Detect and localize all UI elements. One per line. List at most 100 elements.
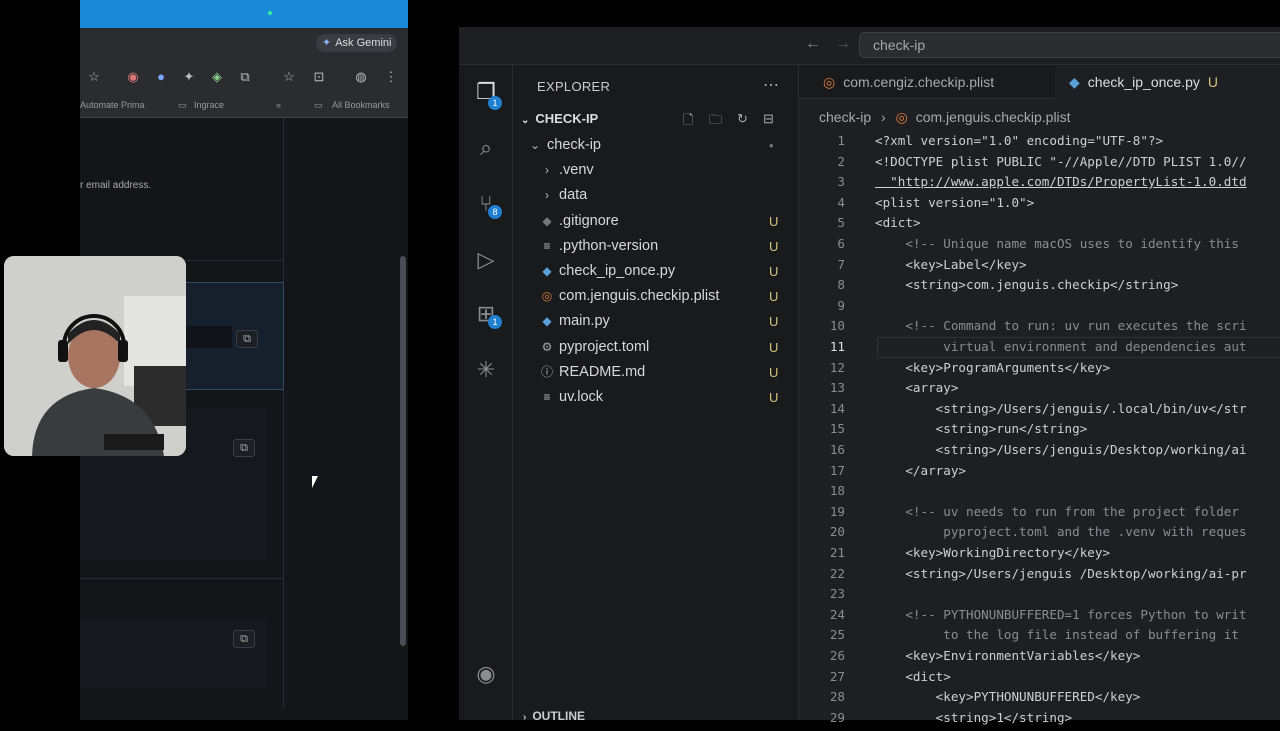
- back-arrow-icon[interactable]: ←: [805, 35, 821, 53]
- extension-icon[interactable]: ●: [152, 68, 170, 86]
- code-line[interactable]: <dict>: [875, 667, 951, 688]
- code-line[interactable]: <?xml version="1.0" encoding="UTF-8"?>: [875, 131, 1163, 152]
- file-tree-label: .gitignore: [559, 212, 619, 229]
- file-tree-item[interactable]: ◎ com.jenguis.checkip.plist U: [513, 284, 799, 309]
- file-tree-item[interactable]: › data: [513, 183, 799, 208]
- code-line[interactable]: <key>EnvironmentVariables</key>: [875, 646, 1140, 667]
- extension-icon[interactable]: ✦: [180, 68, 198, 86]
- line-number: 7: [837, 256, 845, 272]
- account-icon[interactable]: ◉: [473, 661, 499, 687]
- code-line[interactable]: <array>: [875, 378, 958, 399]
- copy-icon[interactable]: ⧉: [233, 439, 255, 457]
- search-icon[interactable]: ⌕: [473, 135, 499, 161]
- code-line[interactable]: <!-- PYTHONUNBUFFERED=1 forces Python to…: [875, 605, 1246, 626]
- outline-section-header[interactable]: › OUTLINE: [523, 709, 585, 723]
- bookmark-star-icon[interactable]: ☆: [85, 68, 103, 86]
- code-line[interactable]: <string>run</string>: [875, 419, 1088, 440]
- file-tree-item[interactable]: ◆ main.py U: [513, 309, 799, 334]
- code-line[interactable]: <!DOCTYPE plist PUBLIC "-//Apple//DTD PL…: [875, 152, 1247, 173]
- file-tree-label: .python-version: [559, 237, 659, 254]
- copy-icon[interactable]: ⧉: [233, 630, 255, 648]
- extension-icon[interactable]: ◉: [124, 68, 142, 86]
- workspace-section-header[interactable]: ⌄ CHECK-IP: [521, 111, 598, 126]
- file-tree-item[interactable]: ◆ check_ip_once.py U: [513, 259, 799, 284]
- file-tree-item[interactable]: ◆ .gitignore U: [513, 209, 799, 234]
- code-line[interactable]: <!-- uv needs to run from the project fo…: [875, 502, 1239, 523]
- ai-assistant-icon[interactable]: ✳: [473, 357, 499, 383]
- all-bookmarks[interactable]: All Bookmarks: [332, 100, 390, 110]
- panel-border: [283, 118, 284, 708]
- code-line[interactable]: <key>WorkingDirectory</key>: [875, 543, 1110, 564]
- text-icon: ≡: [543, 238, 551, 253]
- more-actions-icon[interactable]: ⋯: [763, 75, 779, 95]
- folder-icon: ›: [545, 163, 549, 178]
- line-number: 19: [829, 503, 845, 519]
- line-number: 12: [829, 359, 845, 375]
- code-line[interactable]: to the log file instead of buffering it: [875, 625, 1239, 646]
- code-line[interactable]: <string>com.jenguis.checkip</string>: [875, 275, 1178, 296]
- hint-text: r email address.: [80, 180, 152, 191]
- run-debug-icon[interactable]: ▷: [473, 247, 499, 273]
- bookmark-item[interactable]: Ingrace: [194, 100, 224, 110]
- breadcrumb-file[interactable]: com.jenguis.checkip.plist: [916, 109, 1071, 125]
- code-line[interactable]: <string>/Users/jenguis/.local/bin/uv</st…: [875, 399, 1247, 420]
- code-line[interactable]: <!-- Unique name macOS uses to identify …: [875, 234, 1239, 255]
- breadcrumb: check-ip › ◎ com.jenguis.checkip.plist: [819, 109, 1071, 126]
- code-line[interactable]: </array>: [875, 461, 966, 482]
- code-line[interactable]: <plist version="1.0">: [875, 193, 1034, 214]
- more-bookmarks[interactable]: »: [276, 100, 281, 110]
- code-line[interactable]: virtual environment and dependencies aut: [875, 337, 1246, 358]
- file-tree-item[interactable]: ⓘ README.md U: [513, 360, 799, 385]
- code-line[interactable]: pyproject.toml and the .venv with reques: [875, 522, 1246, 543]
- bookmarks-star-icon[interactable]: ☆: [280, 68, 298, 86]
- forward-arrow-icon[interactable]: →: [835, 35, 851, 53]
- file-tree-item[interactable]: ⚙ pyproject.toml U: [513, 335, 799, 360]
- breadcrumb-folder[interactable]: check-ip: [819, 109, 871, 125]
- line-number: 14: [829, 400, 845, 416]
- git-status-badge: •: [769, 138, 774, 153]
- refresh-icon[interactable]: ↻: [737, 111, 748, 127]
- profile-avatar-icon[interactable]: ◍: [352, 68, 370, 86]
- tab-plist[interactable]: ◎ com.cengiz.checkip.plist: [809, 65, 1049, 99]
- code-line[interactable]: <key>PYTHONUNBUFFERED</key>: [875, 687, 1141, 708]
- divider: [80, 578, 284, 579]
- file-tree-item[interactable]: ⌄ check-ip •: [513, 133, 799, 158]
- command-center-search[interactable]: check-ip: [859, 32, 1280, 58]
- file-tree-item[interactable]: ≡ .python-version U: [513, 234, 799, 259]
- browser-scrollbar[interactable]: [400, 256, 406, 646]
- file-tree-item[interactable]: › .venv: [513, 158, 799, 183]
- file-tree-item[interactable]: ≡ uv.lock U: [513, 385, 799, 410]
- folder-icon: ▭: [314, 100, 323, 110]
- tab-search-icon[interactable]: ⊡: [310, 68, 328, 86]
- line-number: 8: [837, 277, 845, 293]
- code-line[interactable]: <key>ProgramArguments</key>: [875, 358, 1110, 379]
- extension-icon[interactable]: ◈: [208, 68, 226, 86]
- ask-gemini-button[interactable]: ✦ Ask Gemini: [316, 34, 398, 52]
- bookmark-item[interactable]: Automate Prima: [80, 100, 145, 110]
- code-editor[interactable]: 1 <?xml version="1.0" encoding="UTF-8"?> 2…: [799, 131, 1280, 731]
- code-line[interactable]: <!-- Command to run: uv run executes the…: [875, 316, 1246, 337]
- git-status-badge: U: [769, 339, 779, 355]
- source-control-badge: 8: [488, 205, 502, 219]
- new-folder-icon[interactable]: 🗀: [709, 111, 722, 133]
- menu-dots-icon[interactable]: ⋮: [382, 68, 400, 86]
- code-line[interactable]: <string>1</string>: [875, 708, 1072, 729]
- code-line[interactable]: "http://www.apple.com/DTDs/PropertyList-…: [875, 172, 1246, 193]
- line-number: 29: [829, 709, 845, 725]
- rss-file-icon: ◎: [823, 74, 836, 90]
- line-number: 25: [829, 627, 845, 643]
- code-line[interactable]: <key>Label</key>: [875, 255, 1026, 276]
- tab-check-ip-once[interactable]: ◆ check_ip_once.py U: [1055, 65, 1280, 99]
- code-line[interactable]: <dict>: [875, 213, 921, 234]
- new-file-icon[interactable]: 🗋: [683, 111, 693, 133]
- code-line[interactable]: <string>/Users/jenguis /Desktop/working/…: [875, 564, 1246, 585]
- extensions-puzzle-icon[interactable]: ⧉: [236, 68, 254, 86]
- line-number: 18: [829, 483, 845, 499]
- file-tree-label: main.py: [559, 313, 610, 330]
- collapse-all-icon[interactable]: ⊟: [763, 111, 774, 127]
- file-tree-label: com.jenguis.checkip.plist: [559, 288, 720, 305]
- code-line[interactable]: <string>/Users/jenguis/Desktop/working/a…: [875, 440, 1247, 461]
- copy-icon[interactable]: ⧉: [236, 330, 258, 348]
- vscode-titlebar: ← → check-ip: [459, 27, 1280, 65]
- file-tree-label: .venv: [559, 162, 594, 179]
